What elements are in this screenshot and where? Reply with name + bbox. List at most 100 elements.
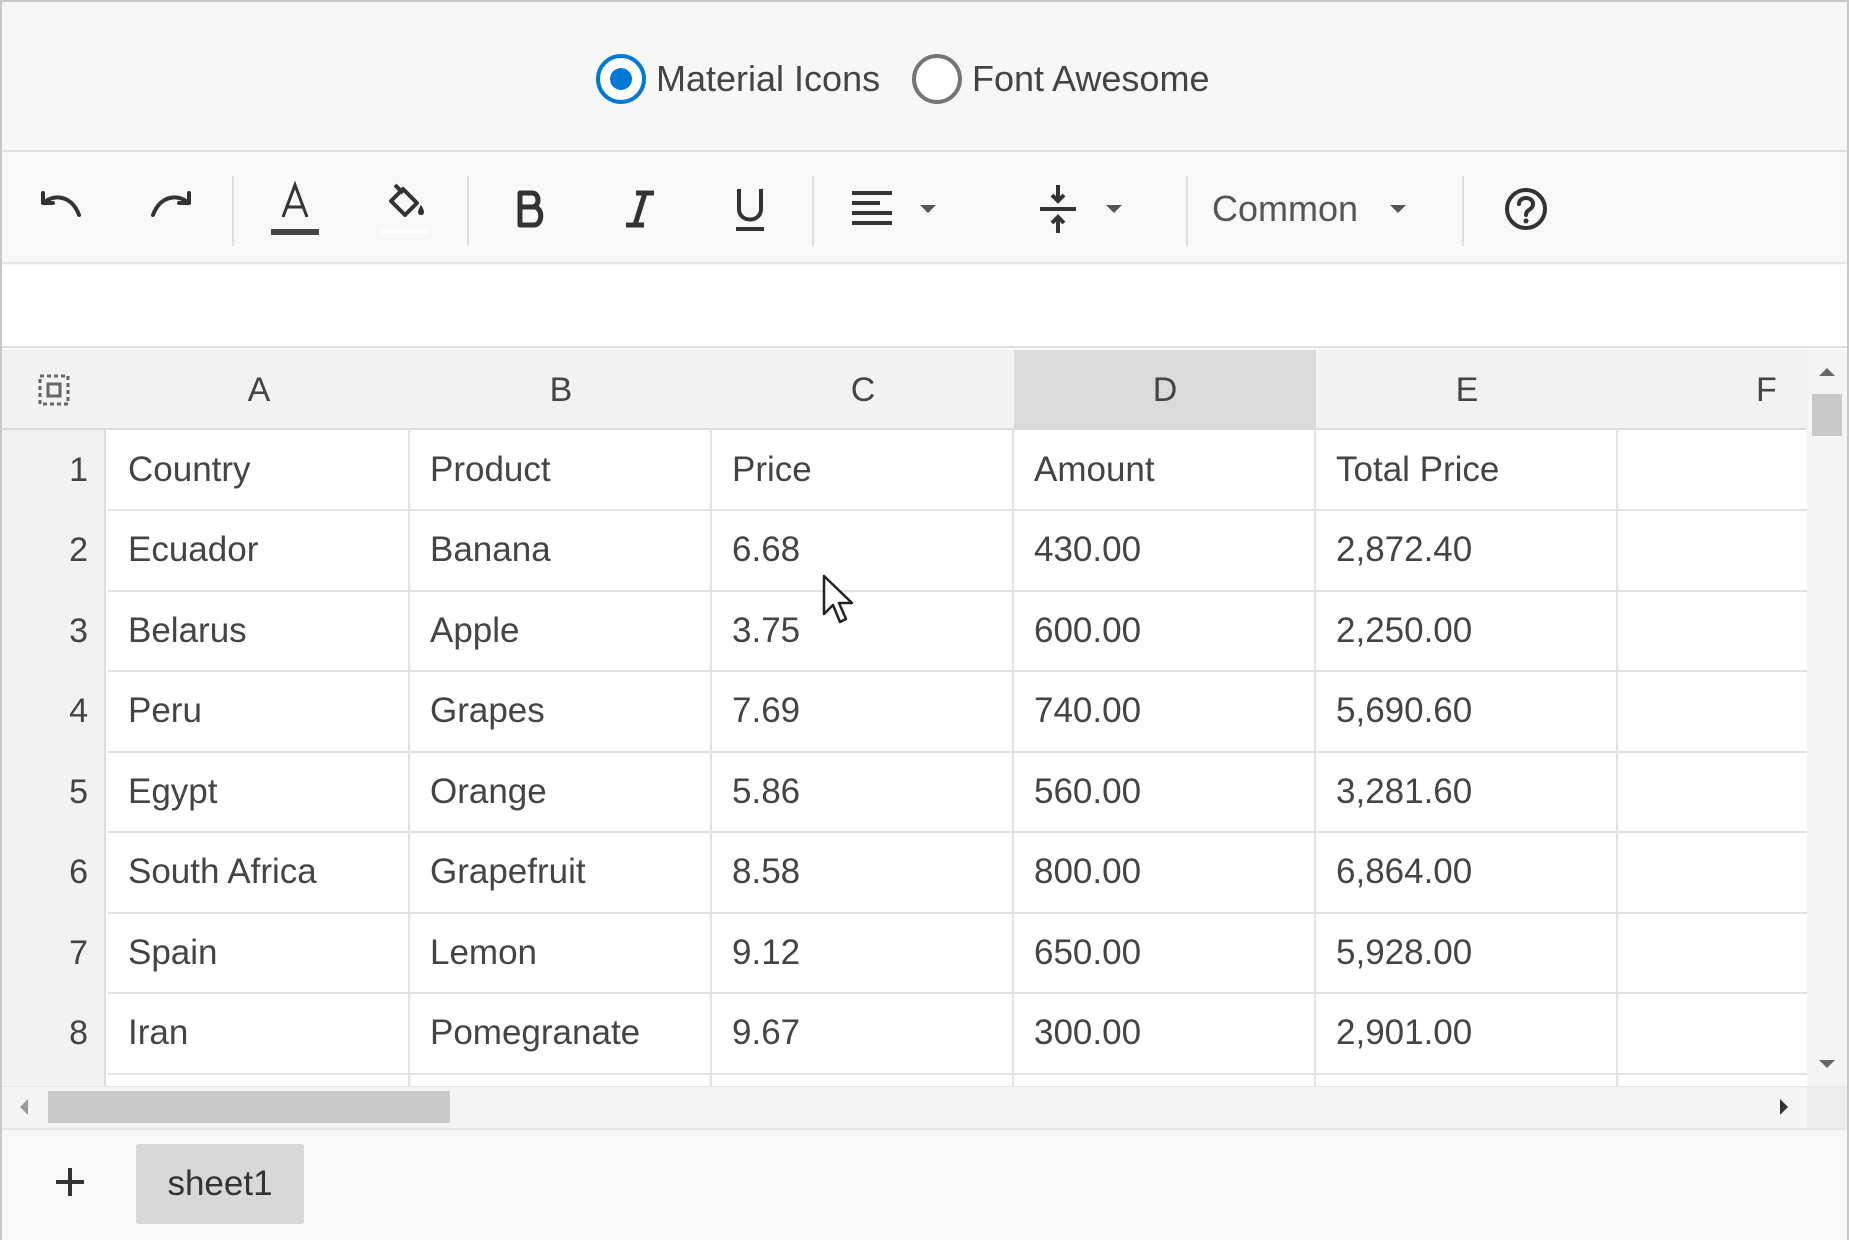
table-cell[interactable] bbox=[1618, 752, 1807, 833]
table-cell[interactable] bbox=[1618, 672, 1807, 753]
table-cell[interactable]: Egypt bbox=[108, 752, 410, 833]
radio-circle-unchecked[interactable] bbox=[912, 54, 962, 104]
underline-button[interactable] bbox=[718, 176, 782, 242]
row-header[interactable]: 7 bbox=[2, 913, 106, 993]
table-cell[interactable] bbox=[1618, 511, 1807, 592]
horizontal-scrollbar[interactable] bbox=[2, 1086, 1807, 1128]
table-cell[interactable]: 7.69 bbox=[712, 671, 1014, 753]
table-cell[interactable]: 2,872.40 bbox=[1316, 510, 1618, 592]
column-header-f[interactable]: F bbox=[1618, 350, 1807, 430]
scroll-down-icon[interactable] bbox=[1807, 1050, 1847, 1080]
table-cell[interactable]: 5.86 bbox=[712, 752, 1014, 833]
align-left-icon bbox=[852, 191, 892, 225]
table-cell[interactable] bbox=[1618, 913, 1807, 994]
table-cell[interactable]: 9.67 bbox=[712, 993, 1014, 1075]
table-cell[interactable]: 5,690.60 bbox=[1316, 671, 1618, 753]
table-cell[interactable]: 5,928.00 bbox=[1316, 913, 1618, 994]
table-cell[interactable]: Amount bbox=[1014, 430, 1316, 511]
table-cell[interactable]: Grapes bbox=[410, 671, 712, 753]
table-cell[interactable]: Grapefruit bbox=[410, 832, 712, 914]
table-cell[interactable] bbox=[1014, 1074, 1316, 1086]
select-all-button[interactable] bbox=[2, 350, 106, 430]
radio-circle-checked[interactable] bbox=[596, 54, 646, 104]
table-cell[interactable]: Apple bbox=[410, 591, 712, 672]
table-cell[interactable] bbox=[1618, 430, 1807, 511]
spreadsheet-grid: A B C D E F 12345678 Country Product Price… bbox=[2, 350, 1807, 1086]
column-header-c[interactable]: C bbox=[712, 350, 1014, 430]
table-cell[interactable]: 560.00 bbox=[1014, 752, 1316, 833]
table-cell[interactable]: 2,901.00 bbox=[1316, 993, 1618, 1075]
row-header[interactable]: 2 bbox=[2, 511, 106, 591]
table-cell[interactable]: Pomegranate bbox=[410, 993, 712, 1075]
table-cell[interactable]: Belarus bbox=[108, 591, 410, 672]
row-header[interactable]: 8 bbox=[2, 994, 106, 1074]
table-cell[interactable]: 740.00 bbox=[1014, 671, 1316, 753]
undo-button[interactable] bbox=[28, 176, 94, 242]
table-cell[interactable] bbox=[1618, 1074, 1807, 1086]
fill-color-button[interactable] bbox=[370, 176, 440, 242]
table-cell[interactable] bbox=[1618, 833, 1807, 914]
horizontal-align-dropdown[interactable] bbox=[838, 176, 958, 242]
column-header-d[interactable]: D bbox=[1014, 350, 1316, 430]
row-header[interactable]: 1 bbox=[2, 430, 106, 510]
table-cell[interactable]: Banana bbox=[410, 510, 712, 592]
scroll-right-icon[interactable] bbox=[1768, 1087, 1798, 1127]
radio-font-awesome[interactable]: Font Awesome bbox=[912, 52, 1209, 106]
chevron-down-icon bbox=[1106, 205, 1122, 213]
table-cell[interactable]: Country bbox=[108, 430, 410, 511]
table-cell[interactable]: 9.12 bbox=[712, 913, 1014, 994]
help-button[interactable] bbox=[1496, 176, 1556, 242]
table-cell[interactable]: 650.00 bbox=[1014, 913, 1316, 994]
scroll-up-icon[interactable] bbox=[1807, 358, 1847, 388]
table-cell[interactable]: Spain bbox=[108, 913, 410, 994]
table-cell[interactable]: 600.00 bbox=[1014, 591, 1316, 672]
row-header[interactable]: 4 bbox=[2, 672, 106, 752]
table-cell[interactable] bbox=[1316, 1074, 1618, 1086]
table-cell[interactable]: 800.00 bbox=[1014, 832, 1316, 914]
table-cell[interactable]: 6,864.00 bbox=[1316, 832, 1618, 914]
number-format-dropdown[interactable]: Common bbox=[1212, 176, 1432, 242]
table-cell[interactable]: Iran bbox=[108, 993, 410, 1075]
table-cell[interactable]: Product bbox=[410, 430, 712, 511]
radio-material-icons[interactable]: Material Icons bbox=[596, 52, 880, 106]
table-cell[interactable]: Total Price bbox=[1316, 430, 1618, 511]
table-cell[interactable]: Orange bbox=[410, 752, 712, 833]
vertical-scrollbar[interactable] bbox=[1807, 350, 1847, 1086]
bold-button[interactable] bbox=[498, 176, 562, 242]
table-cell[interactable]: Peru bbox=[108, 671, 410, 753]
vertical-scroll-thumb[interactable] bbox=[1812, 394, 1842, 436]
table-cell[interactable]: 3,281.60 bbox=[1316, 752, 1618, 833]
table-cell[interactable] bbox=[410, 1074, 712, 1086]
table-cell[interactable]: South Africa bbox=[108, 832, 410, 914]
horizontal-scroll-thumb[interactable] bbox=[48, 1091, 450, 1123]
table-cell[interactable]: 2,250.00 bbox=[1316, 591, 1618, 672]
table-cell[interactable] bbox=[1618, 591, 1807, 672]
sheet-tab-sheet1[interactable]: sheet1 bbox=[136, 1144, 304, 1224]
table-cell[interactable]: 6.68 bbox=[712, 510, 1014, 592]
column-header-e[interactable]: E bbox=[1316, 350, 1618, 430]
plus-icon bbox=[56, 1168, 84, 1196]
row-header[interactable]: 5 bbox=[2, 752, 106, 832]
table-cell[interactable]: 3.75 bbox=[712, 591, 1014, 672]
formula-bar[interactable] bbox=[2, 266, 1847, 348]
font-color-button[interactable] bbox=[260, 176, 330, 242]
scroll-left-icon[interactable] bbox=[10, 1087, 40, 1127]
table-cell[interactable] bbox=[712, 1074, 1014, 1086]
column-header-b[interactable]: B bbox=[410, 350, 712, 430]
add-sheet-button[interactable] bbox=[42, 1154, 98, 1210]
table-cell[interactable]: Lemon bbox=[410, 913, 712, 994]
row-header[interactable]: 6 bbox=[2, 833, 106, 913]
column-header-a[interactable]: A bbox=[108, 350, 410, 430]
help-icon bbox=[1505, 188, 1547, 230]
table-cell[interactable]: Price bbox=[712, 430, 1014, 511]
table-cell[interactable]: 300.00 bbox=[1014, 993, 1316, 1075]
row-header[interactable]: 3 bbox=[2, 591, 106, 671]
table-cell[interactable]: Ecuador bbox=[108, 510, 410, 592]
redo-button[interactable] bbox=[138, 176, 204, 242]
vertical-align-dropdown[interactable] bbox=[1024, 176, 1144, 242]
table-cell[interactable] bbox=[1618, 994, 1807, 1075]
italic-button[interactable] bbox=[608, 176, 672, 242]
table-cell[interactable] bbox=[108, 1074, 410, 1086]
table-cell[interactable]: 430.00 bbox=[1014, 510, 1316, 592]
table-cell[interactable]: 8.58 bbox=[712, 832, 1014, 914]
